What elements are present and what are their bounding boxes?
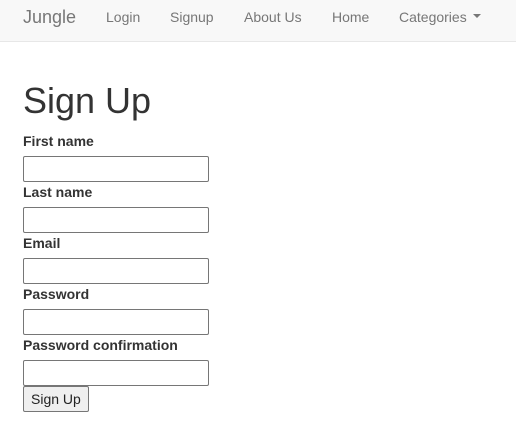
- nav-categories-label: Categories: [399, 9, 467, 25]
- nav-about-us-link[interactable]: About Us: [244, 9, 302, 25]
- email-label: Email: [23, 235, 61, 251]
- password-input[interactable]: [23, 309, 209, 335]
- page-title: Sign Up: [23, 80, 152, 121]
- caret-down-icon: [472, 14, 481, 19]
- first-name-input[interactable]: [23, 156, 209, 182]
- password-label: Password: [23, 286, 90, 302]
- brand-link[interactable]: Jungle: [23, 7, 76, 27]
- nav-home-link[interactable]: Home: [332, 9, 369, 25]
- last-name-label: Last name: [23, 184, 93, 200]
- password-confirmation-label: Password confirmation: [23, 337, 178, 353]
- first-name-label: First name: [23, 133, 94, 149]
- nav-categories-dropdown[interactable]: Categories: [399, 9, 481, 25]
- nav-login-link[interactable]: Login: [106, 9, 140, 25]
- email-input[interactable]: [23, 258, 209, 284]
- navbar: Jungle Login Signup About Us Home Catego…: [0, 0, 516, 42]
- last-name-input[interactable]: [23, 207, 209, 233]
- sign-up-button[interactable]: Sign Up: [23, 386, 89, 412]
- nav-signup-link[interactable]: Signup: [170, 9, 214, 25]
- password-confirmation-input[interactable]: [23, 360, 209, 386]
